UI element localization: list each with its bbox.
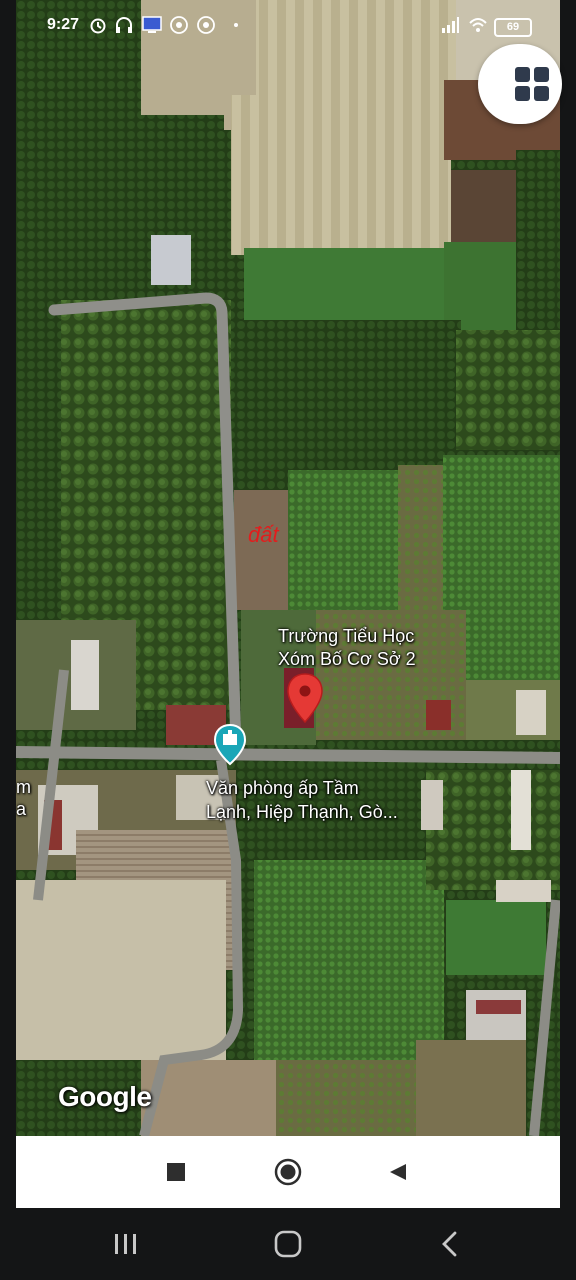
place-label-school-line2[interactable]: Xóm Bố Cơ Sở 2 xyxy=(278,648,416,671)
recent-apps-icon xyxy=(115,1234,136,1254)
app-navigation-bar xyxy=(16,1136,560,1208)
status-bar: 9:27 69 xyxy=(16,0,560,52)
place-label-office-line2[interactable]: Lạnh, Hiệp Thạnh, Gò... xyxy=(206,801,398,824)
status-time: 9:27 xyxy=(47,16,80,33)
battery-icon: 69 xyxy=(494,18,532,37)
edge-label-line1: m xyxy=(16,777,31,797)
home-icon xyxy=(274,1230,302,1258)
system-back-button[interactable] xyxy=(428,1224,472,1264)
edge-label-line2: a xyxy=(16,799,27,819)
signal-icon xyxy=(442,17,459,33)
alarm-icon xyxy=(90,18,106,34)
home-button[interactable] xyxy=(266,1224,310,1264)
headphones-icon xyxy=(116,17,132,33)
google-attribution-logo: Google xyxy=(58,1081,152,1112)
map-annotation: đất xyxy=(248,522,279,547)
landmark-pin-icon[interactable] xyxy=(214,724,246,766)
red-pin-icon[interactable] xyxy=(286,672,324,730)
place-label-office-line1[interactable]: Văn phòng ấp Tầm xyxy=(206,777,359,800)
stop-square-icon xyxy=(167,1163,185,1181)
stop-button[interactable] xyxy=(156,1152,196,1192)
app-notification-icon xyxy=(197,16,215,34)
back-triangle-icon xyxy=(390,1164,406,1180)
map-view[interactable]: đất Trường Tiểu Học Xóm Bố Cơ Sở 2 Văn p… xyxy=(16,0,560,1136)
record-button[interactable] xyxy=(268,1152,308,1192)
grid-icon xyxy=(515,67,549,101)
screen-cast-icon xyxy=(142,16,162,33)
wifi-icon xyxy=(469,18,487,32)
place-label-school-line1[interactable]: Trường Tiểu Học xyxy=(278,625,414,648)
back-button[interactable] xyxy=(378,1152,418,1192)
back-chevron-icon xyxy=(442,1231,457,1257)
dot-icon xyxy=(234,23,238,27)
record-circle-icon xyxy=(274,1158,302,1186)
satellite-imagery xyxy=(16,0,560,1136)
recent-apps-button[interactable] xyxy=(104,1224,148,1264)
layers-button[interactable] xyxy=(478,44,562,124)
system-navigation-bar xyxy=(0,1208,576,1280)
app-notification-icon xyxy=(170,16,188,34)
